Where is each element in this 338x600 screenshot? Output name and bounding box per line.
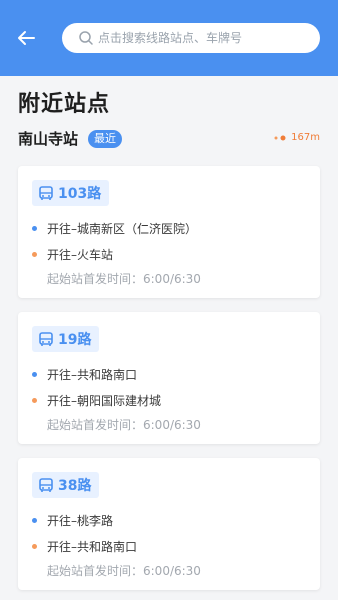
direction-text: 开往–桃李路 <box>47 514 114 528</box>
location-dots-icon <box>274 135 286 140</box>
route-tag: 19路 <box>32 326 100 352</box>
route-tag: 38路 <box>32 472 100 498</box>
search-icon <box>79 31 93 45</box>
direction-2: 开往–共和路南口 <box>32 538 137 555</box>
bus-icon <box>39 332 53 346</box>
first-departure-time: 起始站首发时间：6:00/6:30 <box>47 272 201 286</box>
route-name: 19路 <box>58 332 92 348</box>
back-button[interactable] <box>14 26 38 50</box>
direction-text: 开往–共和路南口 <box>47 368 138 382</box>
first-departure-time: 起始站首发时间：6:00/6:30 <box>47 418 201 432</box>
route-name: 38路 <box>58 478 92 494</box>
direction-text: 开往–城南新区（仁济医院） <box>47 222 198 236</box>
top-bar <box>0 0 338 76</box>
direction-1: 开往–桃李路 <box>32 512 113 529</box>
blue-dot-icon <box>32 518 37 523</box>
orange-dot-icon <box>32 252 37 257</box>
arrow-left-icon <box>18 31 35 45</box>
main-content: 附近站点 南山寺站 最近 167m 103路 开往–城南新区（仁济医院） 开往–… <box>0 76 338 600</box>
route-card[interactable]: 19路 开往–共和路南口 开往–朝阳国际建材城 起始站首发时间：6:00/6:3… <box>18 312 320 444</box>
station-name: 南山寺站 <box>18 130 79 148</box>
bus-icon <box>39 478 53 492</box>
direction-2: 开往–朝阳国际建材城 <box>32 392 161 409</box>
search-bar[interactable] <box>62 23 320 53</box>
first-departure-time: 起始站首发时间：6:00/6:30 <box>47 564 201 578</box>
page-title: 附近站点 <box>18 92 111 117</box>
route-name: 103路 <box>58 186 102 202</box>
direction-text: 开往–朝阳国际建材城 <box>47 394 162 408</box>
route-card[interactable]: 38路 开往–桃李路 开往–共和路南口 起始站首发时间：6:00/6:30 <box>18 458 320 590</box>
blue-dot-icon <box>32 226 37 231</box>
orange-dot-icon <box>32 544 37 549</box>
route-tag: 103路 <box>32 180 110 206</box>
nearest-badge: 最近 <box>88 130 122 148</box>
bus-icon <box>39 186 53 200</box>
orange-dot-icon <box>32 398 37 403</box>
direction-text: 开往–共和路南口 <box>47 540 138 554</box>
direction-2: 开往–火车站 <box>32 246 113 263</box>
route-card[interactable]: 103路 开往–城南新区（仁济医院） 开往–火车站 起始站首发时间：6:00/6… <box>18 166 320 298</box>
search-input[interactable] <box>98 31 298 45</box>
station-row[interactable]: 南山寺站 最近 167m <box>18 128 320 150</box>
direction-text: 开往–火车站 <box>47 248 114 262</box>
direction-1: 开往–城南新区（仁济医院） <box>32 220 197 237</box>
distance-text: 167m <box>291 132 320 143</box>
blue-dot-icon <box>32 372 37 377</box>
distance-info: 167m <box>273 132 320 143</box>
direction-1: 开往–共和路南口 <box>32 366 137 383</box>
